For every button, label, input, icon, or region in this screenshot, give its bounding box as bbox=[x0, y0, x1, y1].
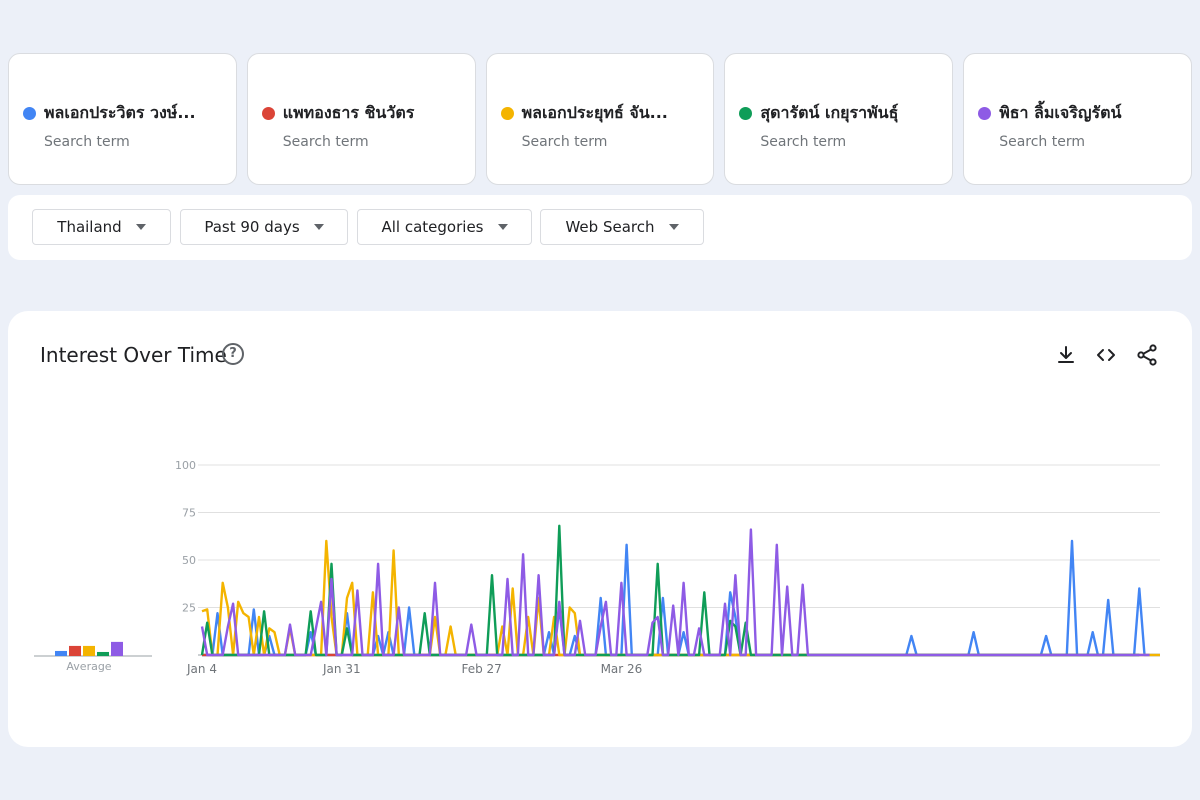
average-bar-3 bbox=[83, 645, 95, 656]
average-bar-5 bbox=[111, 641, 123, 656]
x-tick-label: Jan 31 bbox=[322, 662, 361, 676]
y-tick-label: 50 bbox=[182, 554, 196, 567]
average-bar-4 bbox=[97, 651, 109, 656]
term-name: พิธา ลิ้มเจริญรัตน์ bbox=[999, 103, 1122, 122]
chevron-down-icon bbox=[668, 224, 679, 230]
series-color-dot-icon bbox=[23, 107, 36, 120]
term-name-row: พลเอกประวิตร วงษ์... bbox=[23, 101, 236, 126]
x-tick-label: Mar 26 bbox=[601, 662, 643, 676]
term-name: สุดารัตน์ เกยุราพันธุ์ bbox=[760, 103, 899, 122]
chevron-down-icon bbox=[135, 224, 146, 230]
filter-bar: Thailand Past 90 days All categories Web… bbox=[8, 195, 1192, 260]
time-range-dropdown[interactable]: Past 90 days bbox=[180, 209, 348, 245]
term-subtitle: Search term bbox=[521, 134, 608, 150]
term-name: พลเอกประยุทธ์ จัน... bbox=[521, 103, 668, 122]
search-term-card-1[interactable]: พลเอกประวิตร วงษ์... Search term bbox=[8, 53, 237, 185]
average-label: Average bbox=[66, 660, 111, 673]
term-name: พลเอกประวิตร วงษ์... bbox=[44, 103, 196, 122]
term-subtitle: Search term bbox=[282, 134, 369, 150]
series-color-dot-icon bbox=[500, 107, 514, 120]
series-color-dot-icon bbox=[739, 107, 753, 120]
series-color-dot-icon bbox=[261, 107, 275, 120]
chevron-down-icon bbox=[313, 224, 324, 230]
search-term-card-2[interactable]: แพทองธาร ชินวัตร Search term bbox=[246, 53, 476, 185]
term-name-row: พิธา ลิ้มเจริญรัตน์ bbox=[978, 101, 1191, 126]
term-name-row: พลเอกประยุทธ์ จัน... bbox=[500, 101, 714, 126]
search-type-dropdown[interactable]: Web Search bbox=[540, 209, 704, 245]
term-name-row: สุดารัตน์ เกยุราพันธุ์ bbox=[739, 101, 952, 126]
search-terms-row: พลเอกประวิตร วงษ์... Search term แพทองธา… bbox=[8, 53, 1192, 185]
interest-line-chart: 25 50 75 100 Jan 4 Jan 31 Feb 27 Mar 26 Average bbox=[34, 459, 1160, 676]
term-subtitle: Search term bbox=[44, 134, 130, 150]
region-filter-dropdown[interactable]: Thailand bbox=[32, 209, 171, 245]
region-filter-label: Thailand bbox=[57, 218, 122, 236]
x-tick-label: Feb 27 bbox=[461, 662, 501, 676]
search-type-label: Web Search bbox=[565, 218, 655, 236]
term-name-row: แพทองธาร ชินวัตร bbox=[261, 101, 475, 126]
category-dropdown[interactable]: All categories bbox=[357, 209, 532, 245]
search-term-card-3[interactable]: พลเอกประยุทธ์ จัน... Search term bbox=[485, 53, 715, 185]
search-term-card-5[interactable]: พิธา ลิ้มเจริญรัตน์ Search term bbox=[963, 53, 1192, 185]
term-subtitle: Search term bbox=[760, 134, 847, 150]
time-range-label: Past 90 days bbox=[204, 218, 300, 236]
search-term-card-4[interactable]: สุดารัตน์ เกยุราพันธุ์ Search term bbox=[724, 53, 954, 185]
y-tick-label: 75 bbox=[182, 507, 196, 520]
chevron-down-icon bbox=[497, 224, 508, 230]
x-tick-label: Jan 4 bbox=[186, 662, 217, 676]
average-bar-1 bbox=[55, 650, 67, 656]
term-subtitle: Search term bbox=[999, 134, 1085, 150]
category-label: All categories bbox=[381, 218, 484, 236]
average-bar-2 bbox=[69, 645, 81, 656]
interest-over-time-card: Interest Over Time ? 25 50 75 100 Jan 4 Jan 3… bbox=[8, 311, 1192, 747]
y-tick-label: 25 bbox=[182, 602, 196, 615]
term-name: แพทองธาร ชินวัตร bbox=[282, 103, 415, 122]
y-tick-label: 100 bbox=[175, 459, 196, 472]
series-color-dot-icon bbox=[978, 107, 992, 120]
